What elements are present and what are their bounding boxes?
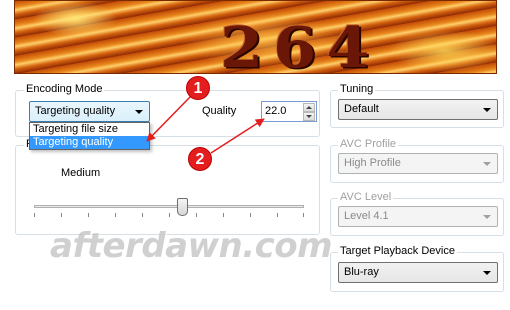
arrow-to-dropdown	[146, 94, 193, 142]
arrow-to-quality	[210, 118, 265, 154]
annotation-arrows	[146, 94, 265, 154]
annotation-marker-1: 1	[186, 76, 210, 100]
annotation-marker-2: 2	[188, 147, 212, 171]
